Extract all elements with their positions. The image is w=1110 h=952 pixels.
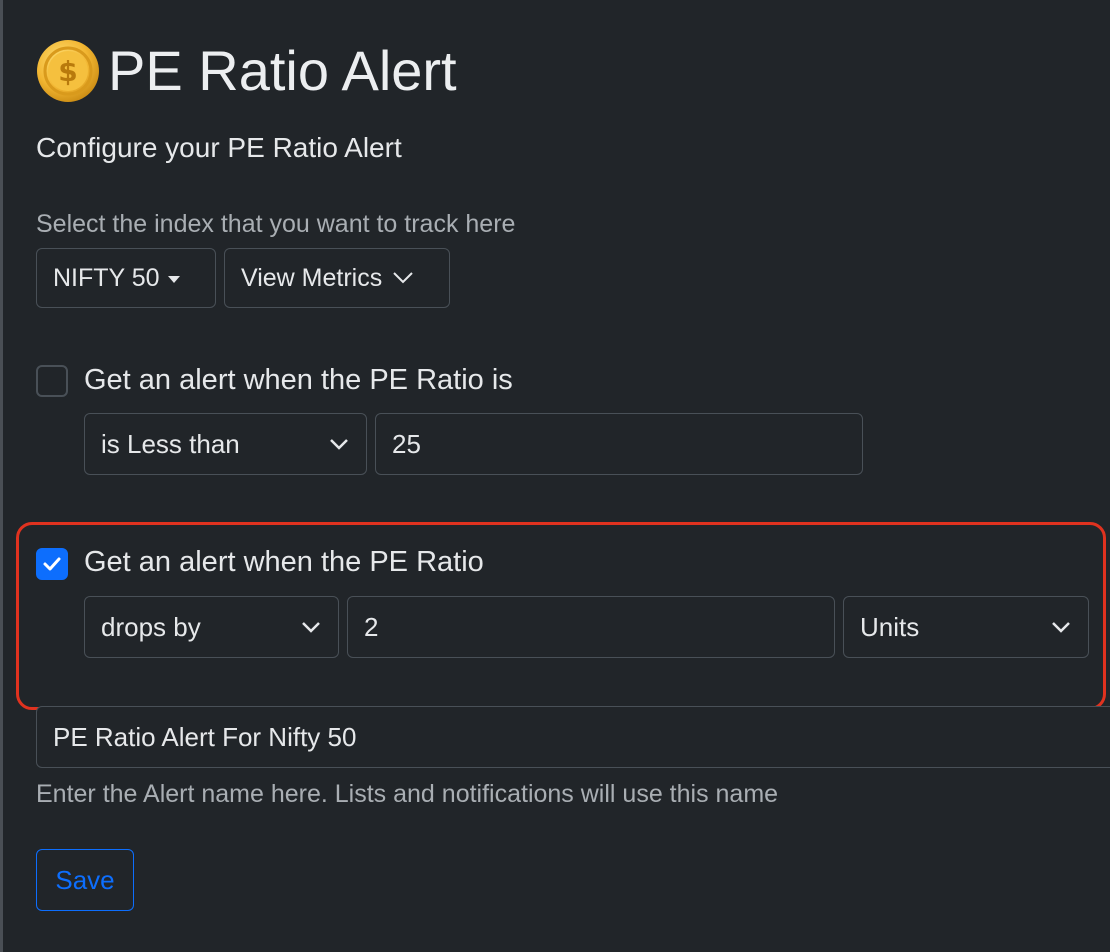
change-unit-value: Units (860, 611, 920, 642)
chevron-down-icon (393, 272, 413, 284)
alert-name-text: PE Ratio Alert For Nifty 50 (53, 721, 357, 752)
threshold-value-text: 25 (392, 428, 421, 459)
view-metrics-button[interactable]: View Metrics (224, 248, 450, 308)
index-helper-text: Select the index that you want to track … (36, 210, 516, 238)
index-dropdown-label: NIFTY 50 (53, 263, 160, 292)
svg-text:$: $ (58, 55, 77, 88)
index-dropdown-button[interactable]: NIFTY 50 (36, 248, 216, 308)
title-row: $ PE Ratio Alert (36, 38, 457, 104)
change-alert-checkbox[interactable] (36, 548, 68, 580)
change-direction-select[interactable]: drops by (84, 596, 339, 658)
left-edge-divider (0, 0, 3, 952)
page-title: PE Ratio Alert (108, 39, 457, 102)
page-subtitle: Configure your PE Ratio Alert (36, 132, 402, 163)
threshold-alert-checkbox[interactable] (36, 365, 68, 397)
checkmark-icon (43, 557, 61, 571)
pe-ratio-alert-page: $ PE Ratio Alert Configure your PE Ratio… (0, 0, 1110, 952)
threshold-value-input[interactable]: 25 (375, 413, 863, 475)
change-direction-value: drops by (101, 611, 201, 642)
alert-name-input[interactable]: PE Ratio Alert For Nifty 50 (36, 706, 1110, 768)
coin-dollar-icon: $ (37, 40, 99, 102)
change-amount-input[interactable]: 2 (347, 596, 835, 658)
change-unit-select[interactable]: Units (843, 596, 1089, 658)
threshold-condition-value: is Less than (101, 428, 240, 459)
view-metrics-label: View Metrics (241, 263, 383, 292)
change-amount-text: 2 (364, 611, 379, 642)
alert-name-helper-text: Enter the Alert name here. Lists and not… (36, 780, 779, 808)
chevron-down-icon (1052, 622, 1070, 633)
save-button[interactable]: Save (36, 849, 134, 911)
caret-down-icon (167, 275, 180, 283)
chevron-down-icon (302, 622, 320, 633)
change-alert-label: Get an alert when the PE Ratio (84, 546, 484, 578)
threshold-alert-label: Get an alert when the PE Ratio is (84, 364, 513, 396)
chevron-down-icon (330, 439, 348, 450)
threshold-condition-select[interactable]: is Less than (84, 413, 367, 475)
